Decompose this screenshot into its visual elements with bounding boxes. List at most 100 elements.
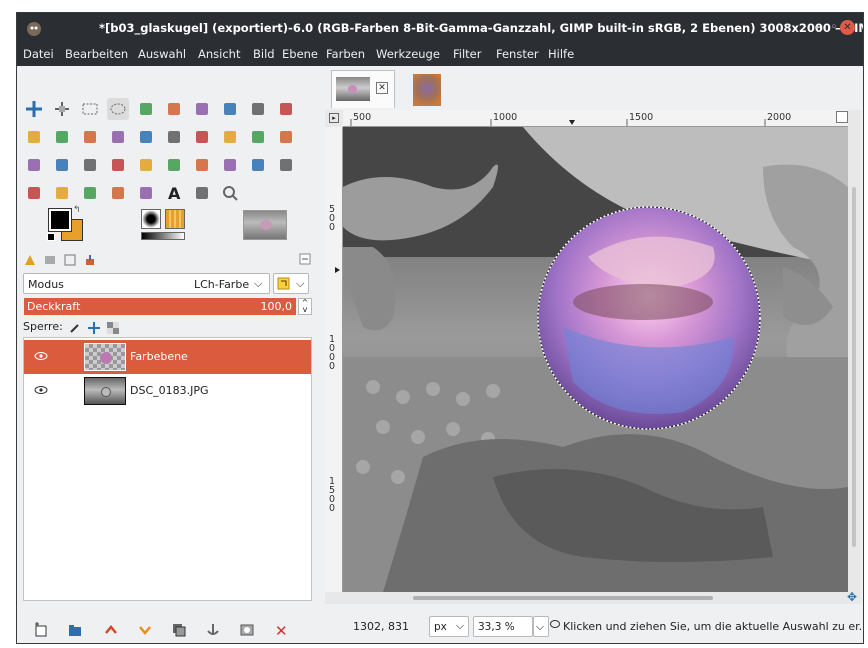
blur-icon[interactable] — [79, 182, 101, 204]
eye-icon[interactable] — [34, 351, 48, 361]
perspective-icon[interactable] — [163, 126, 185, 148]
shear-icon[interactable] — [135, 126, 157, 148]
minimize-button[interactable]: – — [815, 20, 822, 36]
paintbrush-icon[interactable] — [79, 154, 101, 176]
rotate-icon[interactable] — [79, 126, 101, 148]
tool-options-tab-icon[interactable] — [23, 253, 37, 267]
lock-position-icon[interactable] — [87, 321, 101, 335]
menu-datei[interactable]: Datei — [23, 47, 54, 61]
measure-icon[interactable] — [191, 182, 213, 204]
scrollbar-thumb[interactable] — [852, 187, 856, 547]
text-icon[interactable]: A — [163, 182, 185, 204]
cage-transform-icon[interactable] — [219, 126, 241, 148]
horizontal-ruler[interactable]: 500 1000 1500 2000 — [343, 110, 848, 127]
scissors-select-icon[interactable] — [163, 98, 185, 120]
gradient-icon[interactable] — [51, 154, 73, 176]
menu-bild[interactable]: Bild — [253, 47, 275, 61]
gradient-preview[interactable] — [141, 232, 185, 240]
close-button[interactable]: ✕ — [840, 20, 855, 35]
rect-select-icon[interactable] — [79, 98, 101, 120]
menu-ansicht[interactable]: Ansicht — [198, 47, 240, 61]
swap-colors-icon[interactable]: ↰ — [73, 205, 81, 215]
menu-fenster[interactable]: Fenster — [496, 47, 539, 61]
fuzzy-select-icon[interactable] — [219, 98, 241, 120]
opacity-spinner[interactable]: ^ v — [298, 298, 312, 315]
flip-icon[interactable] — [191, 126, 213, 148]
menu-hilfe[interactable]: Hilfe — [548, 47, 574, 61]
eye-icon[interactable] — [34, 385, 48, 395]
close-tab-icon[interactable]: ✕ — [376, 82, 388, 94]
menu-werkzeuge[interactable]: Werkzeuge — [376, 47, 440, 61]
mode-select[interactable]: Modus LCh-Farbe ⌵ — [23, 273, 270, 294]
lock-alpha-icon[interactable] — [107, 322, 119, 334]
new-layer-group-icon[interactable] — [67, 622, 83, 638]
pattern-preview[interactable] — [165, 209, 185, 229]
perspective-clone-icon[interactable] — [23, 182, 45, 204]
brush-preview[interactable] — [141, 209, 161, 229]
color-picker-icon[interactable] — [135, 182, 157, 204]
handle-transform-icon[interactable] — [275, 126, 297, 148]
heal-icon[interactable] — [275, 154, 297, 176]
menu-farben[interactable]: Farben — [326, 47, 365, 61]
ellipse-select-icon[interactable] — [107, 98, 129, 120]
default-colors-icon[interactable] — [47, 233, 55, 241]
smudge-icon[interactable] — [51, 182, 73, 204]
free-select-icon[interactable] — [135, 98, 157, 120]
warp-transform-icon[interactable] — [247, 126, 269, 148]
unified-transform-icon[interactable] — [51, 126, 73, 148]
delete-layer-icon[interactable]: ✕ — [275, 622, 291, 640]
duplicate-layer-icon[interactable] — [171, 622, 187, 638]
horizontal-scrollbar[interactable] — [343, 594, 848, 602]
scale-icon[interactable] — [107, 126, 129, 148]
device-status-tab-icon[interactable] — [43, 253, 57, 267]
menu-auswahl[interactable]: Auswahl — [138, 47, 186, 61]
lower-layer-icon[interactable] — [137, 622, 153, 638]
quick-mask-toggle-icon[interactable]: ▸ — [329, 113, 339, 123]
zoom-dropdown-button[interactable]: ⌵ — [533, 616, 549, 637]
dock-menu-icon[interactable] — [299, 253, 313, 267]
image-canvas[interactable] — [343, 127, 848, 592]
opacity-slider[interactable]: Deckkraft 100,0 — [24, 298, 296, 315]
foreground-select-icon[interactable] — [191, 98, 213, 120]
airbrush-icon[interactable] — [135, 154, 157, 176]
dodge-burn-icon[interactable] — [107, 182, 129, 204]
menu-ebene[interactable]: Ebene — [282, 47, 318, 61]
menu-filter[interactable]: Filter — [453, 47, 481, 61]
layer-row-dsc0183[interactable]: DSC_0183.JPG — [24, 374, 311, 408]
image-preview[interactable] — [243, 210, 287, 240]
eraser-icon[interactable] — [219, 154, 241, 176]
paths-icon[interactable] — [275, 98, 297, 120]
vertical-scrollbar[interactable] — [849, 127, 859, 592]
mypaint-brush-icon[interactable] — [191, 154, 213, 176]
clone-icon[interactable] — [247, 154, 269, 176]
maximize-button[interactable]: ◦ — [831, 20, 837, 36]
raise-layer-icon[interactable] — [103, 622, 119, 638]
move-icon[interactable] — [23, 98, 45, 120]
anchor-layer-icon[interactable] — [205, 622, 221, 638]
pencil-icon[interactable] — [107, 154, 129, 176]
zoom-icon[interactable] — [219, 182, 241, 204]
align-icon[interactable] — [51, 98, 73, 120]
navigate-icon[interactable]: ✥ — [847, 590, 857, 604]
menu-bearbeiten[interactable]: Bearbeiten — [65, 47, 128, 61]
vertical-ruler[interactable]: 500 1000 1500 — [325, 127, 343, 592]
lock-pixels-icon[interactable] — [69, 322, 81, 334]
image-tab-active[interactable]: ✕ — [331, 70, 395, 108]
new-layer-icon[interactable] — [33, 622, 49, 638]
undo-history-tab-icon[interactable] — [63, 253, 77, 267]
foreground-color-swatch[interactable] — [48, 208, 72, 232]
image-tab-inactive[interactable] — [409, 70, 445, 108]
unit-select[interactable]: px ⌵ — [429, 616, 469, 637]
color-select-icon[interactable] — [247, 98, 269, 120]
layer-mask-icon[interactable] — [239, 622, 255, 638]
fg-bg-colors[interactable]: ↰ — [47, 205, 87, 243]
zoom-select[interactable]: 33,3 % — [473, 616, 533, 637]
layer-name[interactable]: Farbebene — [130, 350, 188, 363]
layer-row-farbebene[interactable]: Farbebene — [24, 340, 311, 374]
ink-icon[interactable] — [163, 154, 185, 176]
composite-mode-button[interactable]: ⌵ — [273, 273, 309, 294]
layer-name[interactable]: DSC_0183.JPG — [130, 384, 209, 397]
crop-icon[interactable] — [23, 126, 45, 148]
zoom-navigate-icon[interactable] — [836, 111, 848, 123]
bucket-fill-icon[interactable] — [23, 154, 45, 176]
